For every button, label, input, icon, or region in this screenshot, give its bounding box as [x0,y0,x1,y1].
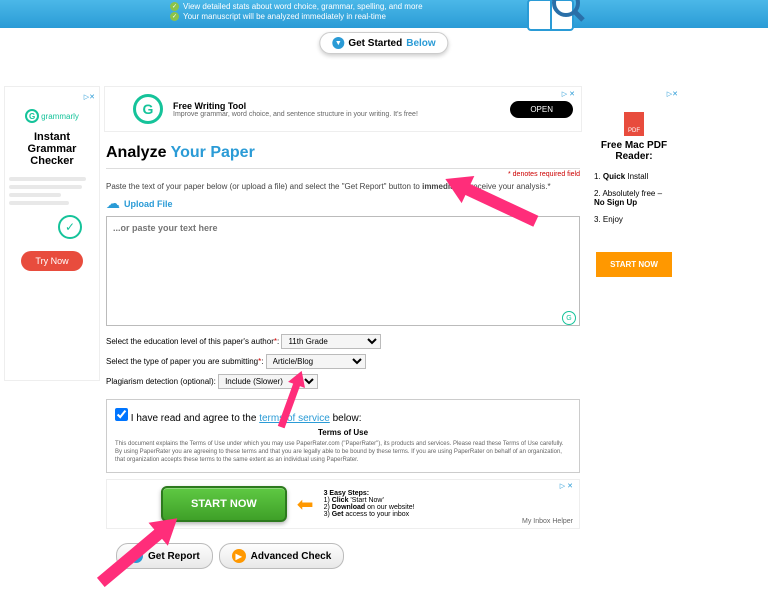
get-started-button[interactable]: ▼ Get Started Below [319,32,448,54]
action-buttons: ▶ Get Report ▶ Advanced Check [116,543,580,569]
start-now-button[interactable]: START NOW [596,252,672,277]
analyze-heading: Analyze Your Paper [106,144,580,162]
check-icon: ✓ [170,12,179,21]
education-select[interactable]: 11th Grade [281,334,381,349]
tos-text: This document explains the Terms of Use … [115,441,571,464]
adchoices-icon[interactable]: ▷✕ [9,93,95,101]
banner-bullets: ✓ View detailed stats about word choice, … [170,0,748,21]
play-icon: ▶ [232,549,246,563]
top-ad-banner[interactable]: G Free Writing Tool Improve grammar, wor… [104,86,582,132]
top-banner: ✓ View detailed stats about word choice, … [0,0,768,28]
adchoices-icon[interactable]: ▷ ✕ [560,482,573,490]
right-ad-list: 1. Quick Install 2. Absolutely free –No … [590,172,678,224]
bullet-text: View detailed stats about word choice, g… [183,2,423,11]
left-ad-heading: Instant Grammar Checker [9,131,95,167]
grammarly-g-icon: G [25,109,39,123]
grammarly-g-icon: G [133,94,163,124]
pdf-file-icon: PDF [624,112,644,136]
chevron-down-icon: ▼ [332,37,344,49]
required-note: * denotes required field [106,171,580,178]
below-label: Below [406,38,435,49]
grammarly-logo: G grammarly [9,109,95,123]
left-ad-panel: ▷✕ G grammarly Instant Grammar Checker ✓… [4,86,100,381]
advanced-check-button[interactable]: ▶ Advanced Check [219,543,345,569]
terms-box: I have read and agree to the terms of se… [106,399,580,473]
right-ad-panel: ▷✕ PDF Free Mac PDF Reader: 1. Quick Ins… [586,86,682,581]
get-started-label: Get Started [348,38,402,49]
text-bars-icon [9,177,95,205]
magnifier-book-icon [518,0,588,35]
cloud-upload-icon: ☁ [106,195,120,212]
plagiarism-row: Plagiarism detection (optional): Include… [106,374,580,389]
check-icon: ✓ [170,2,179,11]
inbox-helper-label: My Inbox Helper [522,518,573,525]
tos-agree-row: I have read and agree to the terms of se… [115,408,571,424]
tos-heading: Terms of Use [115,428,571,437]
paper-type-select[interactable]: Article/Blog [266,354,366,369]
start-now-button[interactable]: START NOW [161,486,287,522]
paper-type-row: Select the type of paper you are submitt… [106,354,580,369]
main-content: G Free Writing Tool Improve grammar, wor… [104,86,582,581]
adchoices-icon[interactable]: ▷✕ [590,90,678,98]
try-now-button[interactable]: Try Now [21,251,82,271]
open-button[interactable]: OPEN [510,101,573,118]
adchoices-icon[interactable]: ▷ ✕ [562,90,575,98]
ad-subtitle: Improve grammar, word choice, and senten… [173,111,500,118]
check-circle-icon: ✓ [58,215,82,239]
arrow-left-icon: ⬅ [297,492,314,517]
tos-checkbox[interactable] [115,408,128,421]
grammarly-indicator-icon[interactable]: G [562,311,576,325]
education-level-row: Select the education level of this paper… [106,334,580,349]
bullet-text: Your manuscript will be analyzed immedia… [183,12,386,21]
ad-title: Free Writing Tool [173,101,500,111]
right-ad-title: Free Mac PDF Reader: [590,140,678,162]
divider [106,168,580,169]
steps-list: 3 Easy Steps: 1) Click 'Start Now' 2) Do… [324,490,415,518]
